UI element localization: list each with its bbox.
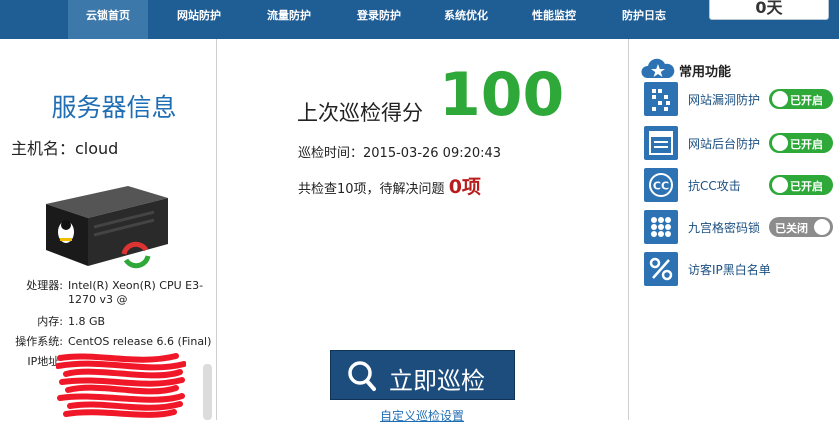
spec-key: 操作系统:: [15, 335, 63, 348]
toggle-label: 已开启: [790, 94, 823, 107]
nav-label: 性能监控: [532, 9, 576, 22]
days-counter: 0天: [709, 0, 829, 20]
server-illustration: [46, 186, 168, 269]
issue-count: 0项: [448, 176, 481, 198]
toggle-label: 已关闭: [775, 222, 808, 235]
feature-anti-cc: CC 抗CC攻击 已开启: [644, 168, 834, 202]
nav-item-login-protection[interactable]: 登录防护: [339, 0, 419, 39]
hostname: 主机名：cloud: [11, 139, 119, 158]
toggle-knob: [772, 177, 788, 193]
toggle-label: 已开启: [790, 180, 823, 193]
spec-value: 1.8 GB: [68, 315, 106, 328]
server-info-title: 服务器信息: [51, 93, 177, 122]
redaction-scribble: [56, 353, 186, 418]
cloud-star-icon: [641, 58, 675, 78]
nav-item-traffic-protection[interactable]: 流量防护: [249, 0, 329, 39]
nav-label: 防护日志: [622, 9, 666, 22]
spec-key: 内存:: [37, 315, 63, 328]
nine-dots-icon[interactable]: [644, 210, 678, 244]
toggle-knob: [814, 219, 830, 235]
feature-label[interactable]: 九宫格密码锁: [688, 219, 760, 236]
window-list-icon[interactable]: [644, 126, 678, 160]
feature-label[interactable]: 访客IP黑白名单: [688, 261, 771, 278]
spec-value: CentOS release 6.6 (Final): [68, 335, 212, 348]
nav-item-system-optimize[interactable]: 系统优化: [426, 0, 506, 39]
feature-website-admin-protection: 网站后台防护 已开启: [644, 126, 834, 160]
spec-value: Intel(R) Xeon(R) CPU E3-1270 v3 @: [68, 279, 204, 306]
nav-label: 流量防护: [267, 9, 311, 22]
qr-grid-icon[interactable]: [644, 82, 678, 116]
feature-label[interactable]: 抗CC攻击: [688, 177, 741, 194]
feature-visitor-ip-list: 访客IP黑白名单: [644, 252, 834, 286]
cc-icon[interactable]: CC: [644, 168, 678, 202]
left-panel-scrollbar[interactable]: [203, 364, 212, 420]
score-value: 100: [439, 60, 565, 130]
feature-website-vuln-protection: 网站漏洞防护 已开启: [644, 82, 834, 116]
percent-icon[interactable]: [644, 252, 678, 286]
feature-label[interactable]: 网站后台防护: [688, 135, 760, 152]
nav-label: 登录防护: [357, 9, 401, 22]
top-nav: 云锁首页 网站防护 流量防护 登录防护 系统优化 性能监控 防护日志 0天: [0, 0, 839, 39]
feature-toggle[interactable]: 已关闭: [769, 217, 833, 237]
nav-label: 系统优化: [444, 9, 488, 22]
spec-key: 处理器:: [26, 279, 63, 292]
nav-item-performance-monitor[interactable]: 性能监控: [514, 0, 594, 39]
nav-item-home[interactable]: 云锁首页: [68, 0, 148, 39]
nav-item-protection-log[interactable]: 防护日志: [604, 0, 684, 39]
custom-scan-settings-link[interactable]: 自定义巡检设置: [380, 407, 464, 424]
toggle-knob: [772, 135, 788, 151]
scan-summary: 共检查10项，待解决问题 0项: [298, 172, 481, 199]
toggle-label: 已开启: [790, 138, 823, 151]
nav-item-website-protection[interactable]: 网站防护: [159, 0, 239, 39]
toggle-knob: [772, 91, 788, 107]
feature-nine-grid-lock: 九宫格密码锁 已关闭: [644, 210, 834, 244]
score-label: 上次巡检得分: [297, 101, 423, 125]
common-functions-title: 常用功能: [679, 65, 732, 80]
feature-toggle[interactable]: 已开启: [769, 89, 833, 109]
scan-time: 巡检时间：2015-03-26 09:20:43: [298, 146, 502, 161]
right-panel-divider: [628, 39, 629, 420]
nav-label: 云锁首页: [86, 9, 130, 22]
feature-toggle[interactable]: 已开启: [769, 175, 833, 195]
svg-text:CC: CC: [653, 180, 669, 193]
nav-label: 网站防护: [177, 9, 221, 22]
feature-toggle[interactable]: 已开启: [769, 133, 833, 153]
scan-now-label: 立即巡检: [389, 367, 485, 395]
common-functions-header: 常用功能: [640, 58, 731, 80]
search-icon: [348, 361, 376, 391]
scan-summary-text: 共检查10项，待解决问题: [298, 182, 445, 197]
scan-now-button[interactable]: 立即巡检: [330, 350, 515, 400]
feature-label[interactable]: 网站漏洞防护: [688, 91, 760, 108]
